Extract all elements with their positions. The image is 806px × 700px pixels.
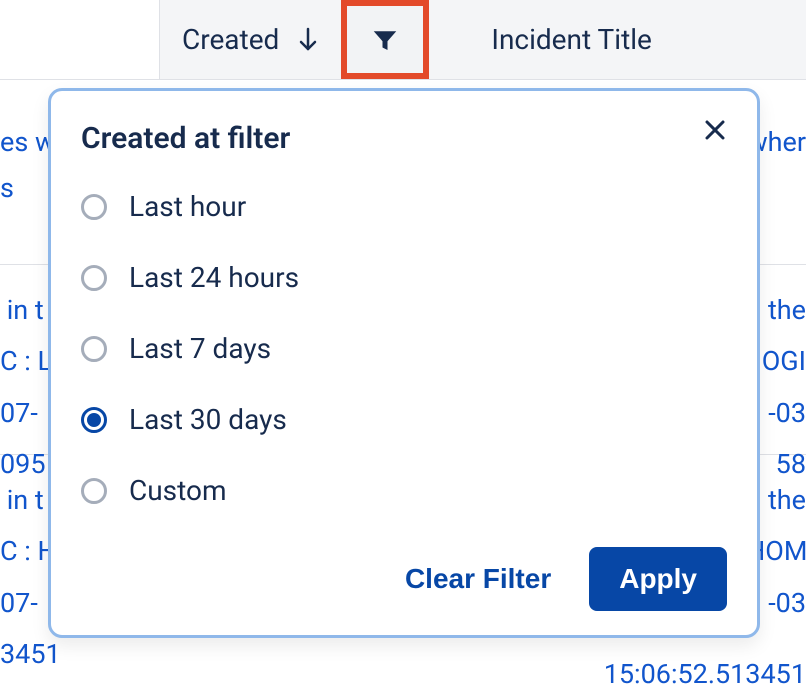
option-label: Last 24 hours: [129, 261, 299, 294]
filter-icon: [370, 25, 400, 55]
column-gap: [429, 0, 471, 79]
popover-title: Created at filter: [81, 121, 727, 156]
filter-option-last-7-days[interactable]: Last 7 days: [81, 330, 727, 367]
radio-icon: [81, 194, 107, 220]
filter-option-custom[interactable]: Custom: [81, 472, 727, 509]
filter-option-last-24-hours[interactable]: Last 24 hours: [81, 259, 727, 296]
column-created[interactable]: Created: [160, 0, 341, 79]
radio-icon: [81, 265, 107, 291]
option-label: Last hour: [129, 190, 246, 223]
option-label: Last 7 days: [129, 332, 271, 365]
column-incident-title[interactable]: Incident Title: [471, 0, 672, 79]
option-label: Last 30 days: [129, 403, 287, 436]
option-label: Custom: [129, 474, 227, 507]
popover-footer: Clear Filter Apply: [395, 547, 727, 611]
filter-option-last-hour[interactable]: Last hour: [81, 188, 727, 225]
radio-icon: [81, 336, 107, 362]
column-created-wrap: Created: [160, 0, 429, 79]
filter-options-group: Last hour Last 24 hours Last 7 days Last…: [81, 188, 727, 509]
clear-filter-button[interactable]: Clear Filter: [395, 551, 561, 607]
table-header-row: Created Incident Title: [0, 0, 806, 80]
filter-icon-highlight[interactable]: [341, 0, 429, 79]
column-created-label: Created: [182, 23, 279, 56]
close-button[interactable]: [697, 113, 733, 149]
column-incident-label: Incident Title: [491, 23, 652, 56]
sort-descending-icon: [297, 27, 319, 53]
apply-button[interactable]: Apply: [589, 547, 727, 611]
created-at-filter-popover: Created at filter Last hour Last 24 hour…: [48, 88, 760, 638]
filter-option-last-30-days[interactable]: Last 30 days: [81, 401, 727, 438]
radio-icon-selected: [81, 407, 107, 433]
radio-icon: [81, 478, 107, 504]
column-spacer: [0, 0, 160, 79]
close-icon: [703, 118, 727, 145]
timestamp-fragment: 15:06:52.513451: [604, 658, 806, 690]
